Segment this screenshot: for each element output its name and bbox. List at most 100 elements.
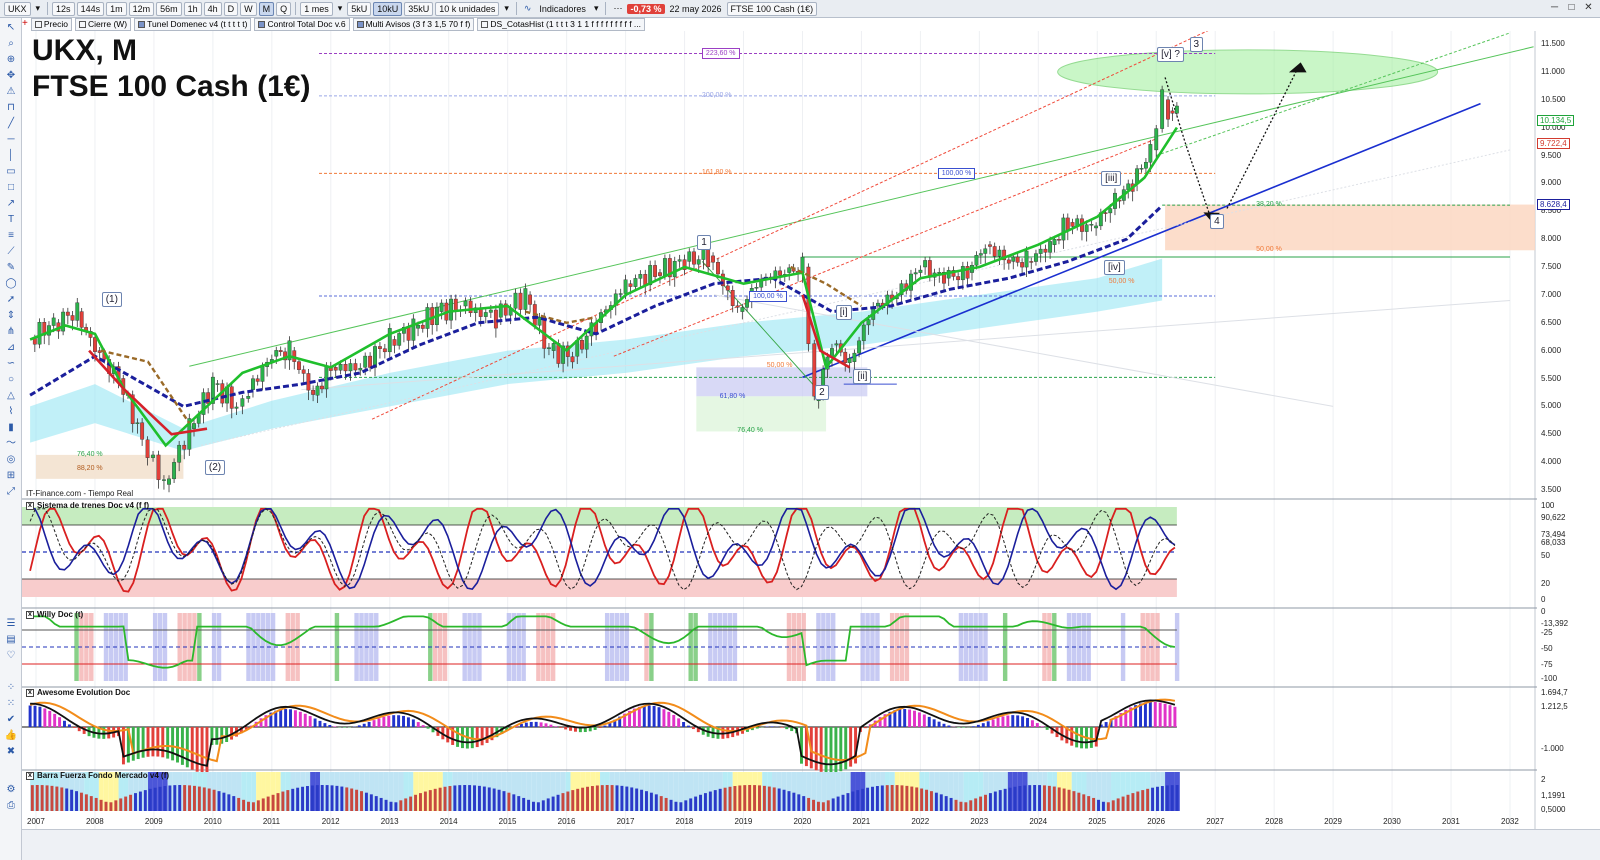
line-icon[interactable]: ╱: [4, 118, 18, 130]
chart-canvas[interactable]: [22, 31, 1537, 829]
measure-icon[interactable]: ⇕: [4, 310, 18, 322]
candle-body: [909, 273, 913, 291]
scatter-icon[interactable]: ⁙: [4, 698, 18, 710]
symbol-field[interactable]: UKX: [4, 1, 31, 16]
chevron-down-icon[interactable]: ▾: [33, 3, 44, 14]
chip-tunel[interactable]: Tunel Domenec v4 (t t t t t): [134, 18, 252, 31]
close-icon[interactable]: x: [26, 610, 34, 619]
ellipse-icon[interactable]: ◯: [4, 278, 18, 290]
minimize-icon[interactable]: ─: [1547, 1, 1562, 15]
chip-control[interactable]: Control Total Doc v.6: [254, 18, 350, 31]
check-icon[interactable]: ✔: [4, 714, 18, 726]
pan-icon[interactable]: ✥: [4, 70, 18, 82]
candle-body: [315, 385, 320, 396]
tf-q[interactable]: Q: [276, 1, 292, 16]
chip-cotas[interactable]: DS_CotasHist (1 t t t 3 1 1 f f f f f f …: [477, 18, 646, 31]
polyline-icon[interactable]: ⌇: [4, 406, 18, 418]
candle-body: [255, 378, 260, 382]
close-icon[interactable]: x: [26, 771, 34, 780]
arrow-icon[interactable]: ➚: [4, 294, 18, 306]
chip-cierre[interactable]: Cierre (W): [74, 18, 132, 31]
projection-icon[interactable]: ⤢: [4, 486, 18, 498]
settings-icon[interactable]: ⚙: [4, 784, 18, 796]
tick-5ku[interactable]: 5kU: [347, 1, 372, 16]
indicators-icon[interactable]: ∿: [521, 3, 535, 14]
dots-icon[interactable]: ⁘: [4, 682, 18, 694]
fuerza-bar: [369, 794, 373, 811]
circle-icon[interactable]: ○: [4, 374, 18, 386]
fuerza-bar: [669, 799, 673, 811]
fibonacci-icon[interactable]: ≡: [4, 230, 18, 242]
cursor-icon[interactable]: ↖: [4, 22, 18, 34]
checkbox-icon[interactable]: [34, 21, 42, 28]
add-icon[interactable]: +: [22, 18, 28, 31]
tf-56m[interactable]: 56m: [156, 1, 182, 16]
gann-icon[interactable]: ⊿: [4, 342, 18, 354]
close-icon[interactable]: x: [26, 688, 34, 697]
tf-12m[interactable]: 12m: [128, 1, 155, 16]
curve-icon[interactable]: ∽: [4, 358, 18, 370]
highlighter-icon[interactable]: ▮: [4, 422, 18, 434]
chip-avisos[interactable]: Multi Avisos (3 f 3 1,5 70 f f): [352, 18, 475, 31]
wave-icon[interactable]: 〜: [4, 438, 18, 450]
tf-w[interactable]: W: [240, 1, 257, 16]
tf-4h[interactable]: 4h: [203, 1, 222, 16]
print-icon[interactable]: ⎙: [4, 800, 18, 812]
delete-icon[interactable]: ✖: [4, 746, 18, 758]
triangle-icon[interactable]: △: [4, 390, 18, 402]
checkbox-icon[interactable]: [138, 21, 146, 28]
tf-144s[interactable]: 144s: [76, 1, 105, 16]
period-select[interactable]: 1 mes: [300, 1, 333, 16]
fuerza-bar: [880, 785, 884, 811]
time-axis-bar[interactable]: [22, 829, 1600, 860]
vline-icon[interactable]: │: [4, 150, 18, 162]
channel-icon[interactable]: ▭: [4, 166, 18, 178]
ray-icon[interactable]: ↗: [4, 198, 18, 210]
tick-10ku[interactable]: 10kU: [373, 1, 403, 16]
text-icon[interactable]: T: [4, 214, 18, 226]
candle-body: [1061, 217, 1066, 241]
fuerza-bar: [266, 796, 270, 811]
chevron-down-icon[interactable]: ▾: [335, 3, 346, 14]
maximize-icon[interactable]: □: [1564, 1, 1579, 15]
pitchfork-icon[interactable]: ⋔: [4, 326, 18, 338]
more-icon[interactable]: ⋯: [610, 3, 625, 14]
layers-icon[interactable]: ☰: [4, 618, 18, 630]
zoom-in-icon[interactable]: ⊕: [4, 54, 18, 66]
tf-1m[interactable]: 1m: [106, 1, 127, 16]
year-axis-label: 2014: [439, 817, 458, 826]
cycle-icon[interactable]: ◎: [4, 454, 18, 466]
fuerza-bar: [202, 787, 206, 811]
zoom-icon[interactable]: ⌕: [4, 38, 18, 50]
candle-body: [353, 363, 358, 371]
chevron-down-icon[interactable]: ▾: [591, 3, 602, 14]
alert-icon[interactable]: ⚠: [4, 86, 18, 98]
heart-icon[interactable]: ♡: [4, 650, 18, 662]
chip-precio[interactable]: Precio: [30, 18, 72, 31]
tf-12s[interactable]: 12s: [52, 1, 75, 16]
close-icon[interactable]: x: [26, 501, 34, 510]
close-icon[interactable]: ✕: [1581, 1, 1596, 15]
thumb-up-icon[interactable]: 👍: [4, 730, 18, 742]
units-select[interactable]: 10 k unidades: [435, 1, 500, 16]
grid-icon[interactable]: ⊞: [4, 470, 18, 482]
chevron-down-icon[interactable]: ▾: [501, 3, 512, 14]
rectangle-icon[interactable]: □: [4, 182, 18, 194]
indicators-button[interactable]: Indicadores: [536, 4, 589, 14]
hline-icon[interactable]: ─: [4, 134, 18, 146]
tick-35ku[interactable]: 35kU: [404, 1, 434, 16]
trend-icon[interactable]: ⟋: [4, 246, 18, 258]
tf-m[interactable]: M: [258, 1, 275, 16]
tf-d[interactable]: D: [223, 1, 239, 16]
checkbox-icon[interactable]: [356, 21, 364, 28]
tf-1h[interactable]: 1h: [183, 1, 202, 16]
checkbox-icon[interactable]: [258, 21, 266, 28]
checkbox-icon[interactable]: [481, 21, 489, 28]
checkbox-icon[interactable]: [78, 21, 86, 28]
magnet-icon[interactable]: ⊓: [4, 102, 18, 114]
stats-icon[interactable]: ▤: [4, 634, 18, 646]
fuerza-bar: [502, 791, 506, 811]
brush-icon[interactable]: ✎: [4, 262, 18, 274]
fuerza-bar: [335, 785, 339, 811]
candle-body: [363, 355, 368, 368]
